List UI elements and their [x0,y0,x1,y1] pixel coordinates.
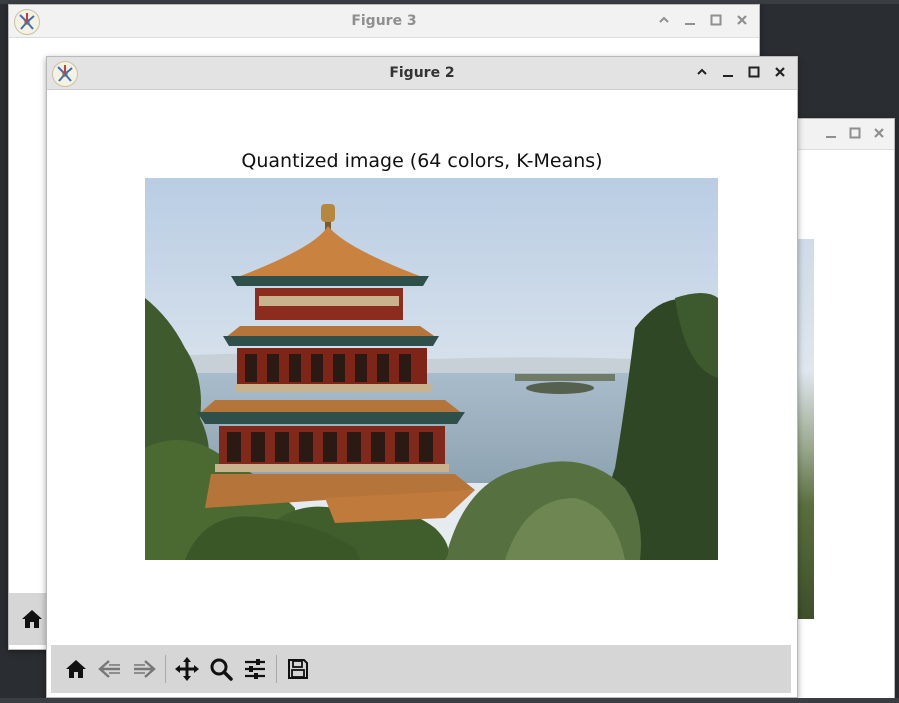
maximize-icon[interactable] [747,63,761,81]
figure-2-window[interactable]: Figure 2 Quantized image (64 colors, K-M… [46,56,798,698]
minimize-icon[interactable] [721,63,735,81]
close-icon[interactable] [735,11,749,29]
zoom-icon[interactable] [204,652,238,686]
minimize-icon[interactable] [824,124,838,142]
pan-icon[interactable] [170,652,204,686]
forward-icon[interactable] [127,652,161,686]
maximize-icon[interactable] [848,124,862,142]
minimize-icon[interactable] [683,11,697,29]
configure-subplots-icon[interactable] [238,652,272,686]
back-icon[interactable] [93,652,127,686]
toolbar-separator [276,655,277,683]
chevron-up-icon[interactable] [695,63,709,81]
save-icon[interactable] [281,652,315,686]
window-title: Figure 3 [351,13,417,29]
window-title: Figure 2 [389,65,455,81]
titlebar[interactable]: Figure 2 [47,57,797,90]
titlebar[interactable]: Figure 3 [9,5,759,38]
quantized-image [145,178,718,560]
desktop-bottom-bar [0,698,899,703]
maximize-icon[interactable] [709,11,723,29]
toolbar-separator [165,655,166,683]
close-icon[interactable] [872,124,886,142]
chevron-up-icon[interactable] [657,11,671,29]
toolbar [51,645,791,693]
close-icon[interactable] [773,63,787,81]
home-icon[interactable] [59,652,93,686]
plot-title: Quantized image (64 colors, K-Means) [241,150,603,172]
image-edge [796,239,814,619]
home-icon[interactable] [20,608,44,634]
